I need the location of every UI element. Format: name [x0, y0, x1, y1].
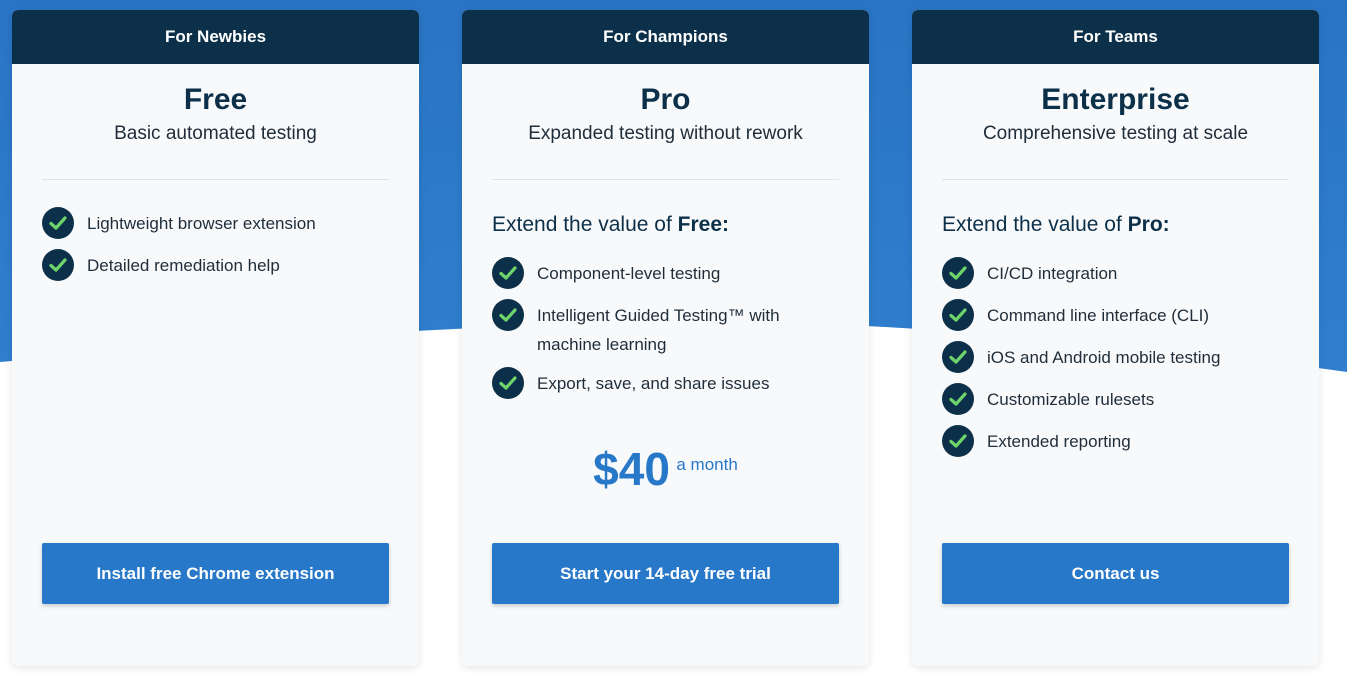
plan-audience-header: For Champions [462, 10, 869, 64]
checkmark-icon [942, 341, 974, 373]
extend-plan: Pro: [1127, 213, 1170, 236]
extend-prefix: Extend the value of [942, 213, 1128, 236]
divider [492, 179, 839, 180]
plan-tagline: Expanded testing without rework [528, 123, 803, 144]
extend-value-heading: Extend the value of Pro: [942, 212, 1289, 238]
feature-item: Customizable rulesets [942, 383, 1289, 417]
checkmark-icon [492, 367, 524, 399]
feature-item: Command line interface (CLI) [942, 299, 1289, 333]
divider [942, 179, 1289, 180]
feature-item: Intelligent Guided Testing™ with machine… [492, 299, 839, 359]
feature-label: Extended reporting [987, 432, 1131, 451]
plan-audience-header: For Teams [912, 10, 1319, 64]
extend-plan: Free: [677, 213, 729, 236]
checkmark-icon [942, 383, 974, 415]
feature-item: iOS and Android mobile testing [942, 341, 1289, 375]
feature-list: Lightweight browser extension Detailed r… [42, 207, 389, 283]
checkmark-icon [492, 257, 524, 289]
feature-label: iOS and Android mobile testing [987, 348, 1221, 367]
divider [42, 179, 389, 180]
feature-item: Detailed remediation help [42, 249, 389, 283]
feature-label: Lightweight browser extension [87, 214, 316, 233]
plan-audience-header: For Newbies [12, 10, 419, 64]
checkmark-icon [942, 257, 974, 289]
checkmark-icon [42, 249, 74, 281]
feature-list: CI/CD integration Command line interface… [942, 257, 1289, 459]
feature-label: Component-level testing [537, 264, 721, 283]
feature-item: Lightweight browser extension [42, 207, 389, 241]
plan-card-enterprise: For Teams Enterprise Comprehensive testi… [912, 10, 1319, 666]
plan-name: Enterprise [1041, 83, 1190, 116]
plan-card-free: For Newbies Free Basic automated testing… [12, 10, 419, 666]
price: $40 a month [462, 442, 869, 496]
feature-item: Component-level testing [492, 257, 839, 291]
feature-item: CI/CD integration [942, 257, 1289, 291]
install-chrome-extension-button[interactable]: Install free Chrome extension [42, 543, 389, 604]
plan-tagline: Comprehensive testing at scale [982, 123, 1249, 144]
checkmark-icon [42, 207, 74, 239]
extend-prefix: Extend the value of [492, 213, 678, 236]
plan-card-pro: For Champions Pro Expanded testing witho… [462, 10, 869, 666]
feature-item: Export, save, and share issues [492, 367, 839, 401]
feature-label: Export, save, and share issues [537, 374, 770, 393]
start-free-trial-button[interactable]: Start your 14-day free trial [492, 543, 839, 604]
feature-label: Customizable rulesets [987, 390, 1155, 409]
checkmark-icon [942, 425, 974, 457]
feature-list: Component-level testing Intelligent Guid… [492, 257, 839, 401]
price-amount: $40 [593, 443, 670, 495]
contact-us-button[interactable]: Contact us [942, 543, 1289, 604]
feature-label: Detailed remediation help [87, 256, 280, 275]
extend-value-heading: Extend the value of Free: [492, 212, 839, 238]
plan-tagline: Basic automated testing [114, 123, 317, 144]
feature-label: CI/CD integration [987, 264, 1118, 283]
checkmark-icon [942, 299, 974, 331]
feature-label: Command line interface (CLI) [987, 306, 1210, 325]
feature-item: Extended reporting [942, 425, 1289, 459]
plan-name: Free [183, 83, 248, 116]
checkmark-icon [492, 299, 524, 331]
feature-label: Intelligent Guided Testing™ with machine… [537, 306, 780, 354]
plan-name: Pro [640, 83, 691, 116]
price-period: a month [676, 455, 738, 474]
